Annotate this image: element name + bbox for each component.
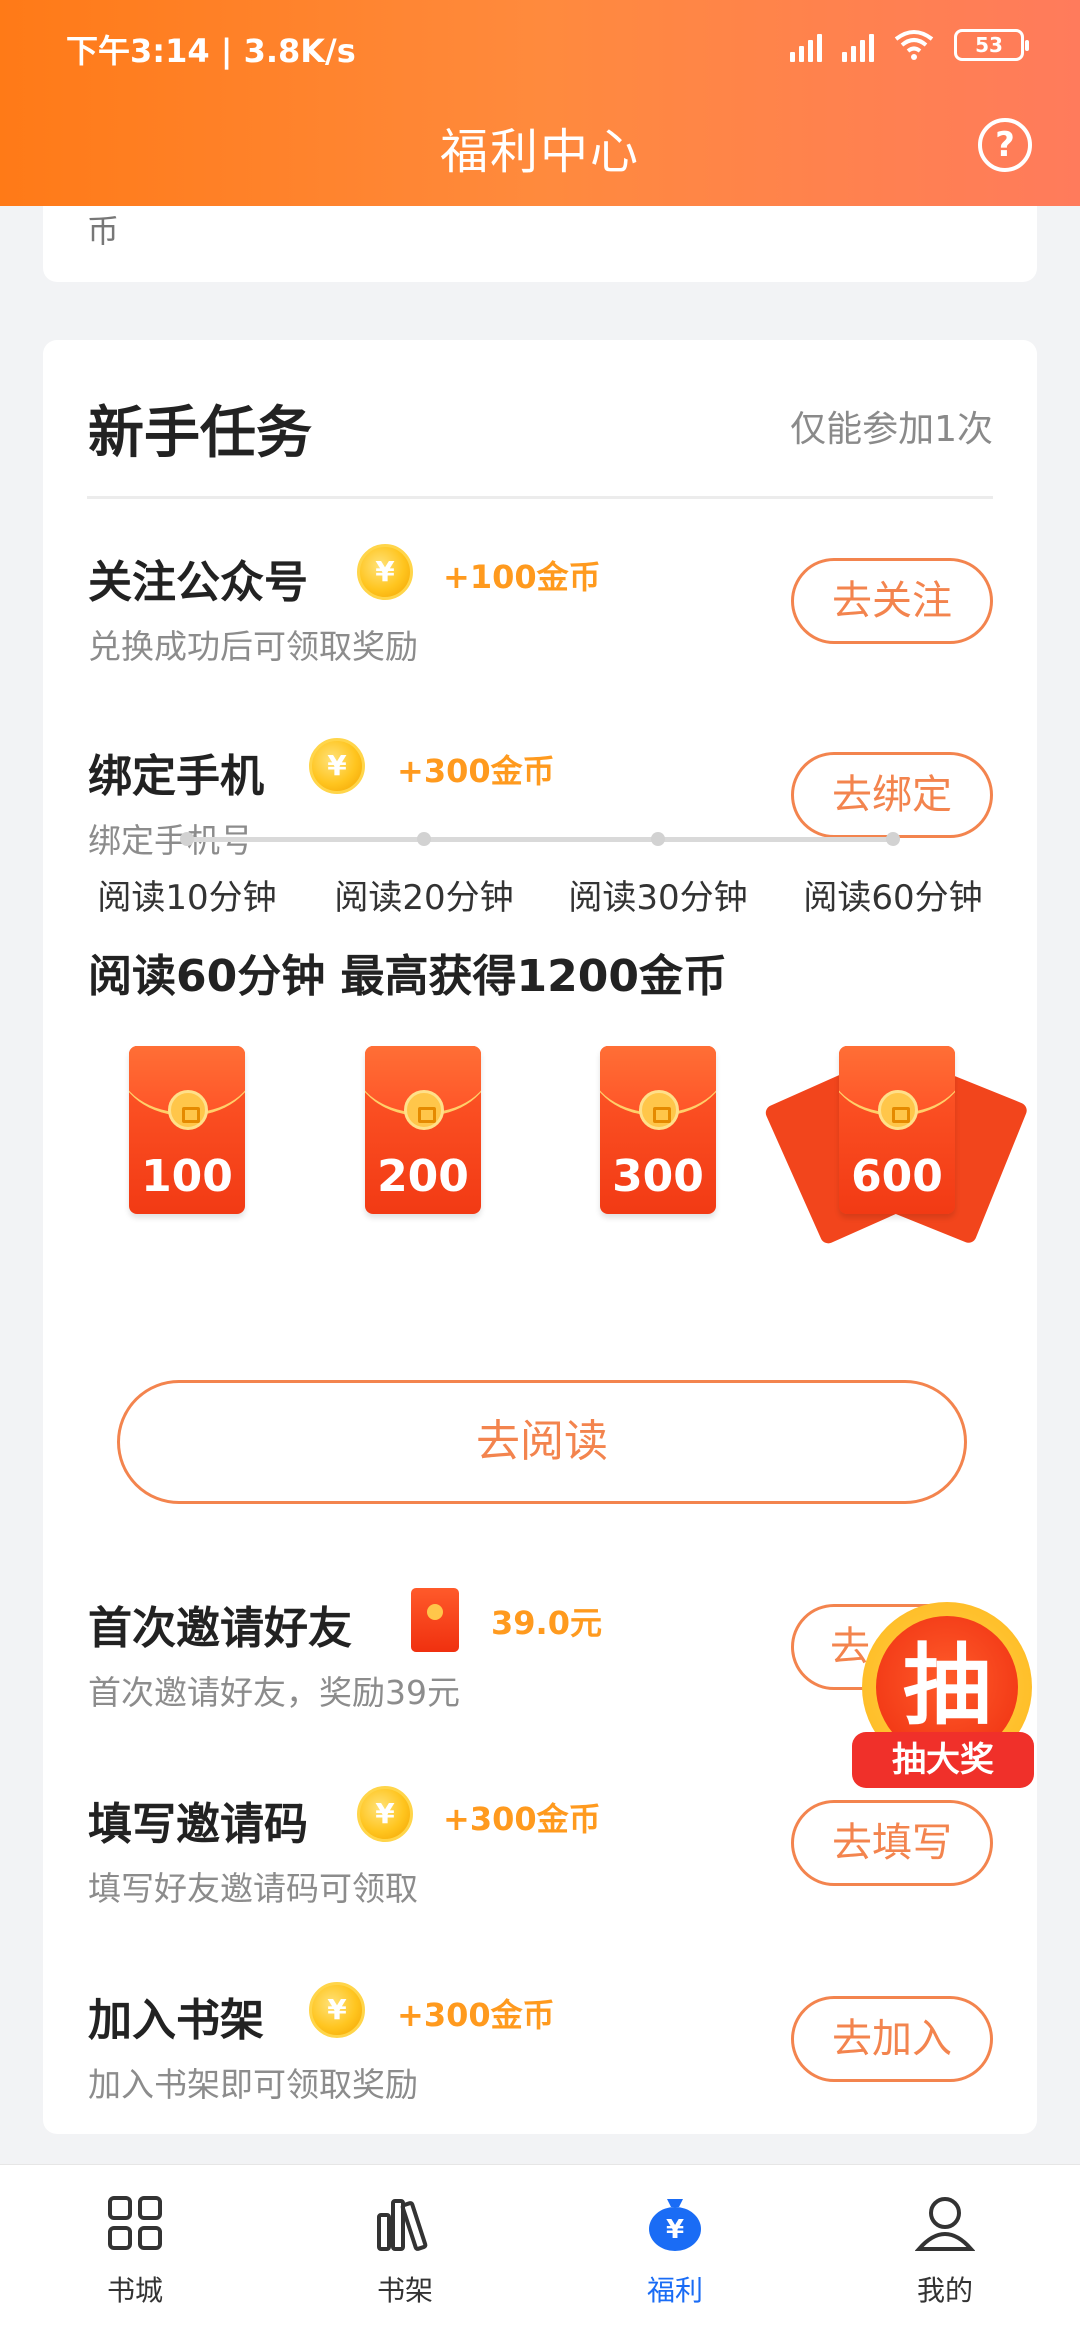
nav-label: 书架 xyxy=(376,2274,433,2307)
progress-dot xyxy=(651,832,665,846)
lock-icon xyxy=(168,1090,208,1130)
task-title: 关注公众号 xyxy=(88,557,308,608)
newbie-task-card: 新手任务 仅能参加1次 关注公众号 ¥ +100金币 兑换成功后可领取奖励 去关… xyxy=(43,340,1037,2134)
user-icon xyxy=(915,2197,975,2251)
red-envelope-icon xyxy=(411,1588,459,1652)
bottom-nav: 书城 书架 ¥ 福利 我的 xyxy=(0,2164,1080,2340)
task-invite-code: 填写邀请码 ¥ +300金币 填写好友邀请码可领取 去填写 xyxy=(43,1786,1037,1928)
header-bar: 下午3:14 | 3.8K/s 53 福利中心 ? xyxy=(0,0,1080,206)
progress-dot xyxy=(886,832,900,846)
section-note: 仅能参加1次 xyxy=(790,409,993,450)
task-desc: 兑换成功后可领取奖励 xyxy=(88,627,418,666)
previous-card: 币 xyxy=(43,206,1037,282)
coin-icon: ¥ xyxy=(357,544,413,600)
follow-button[interactable]: 去关注 xyxy=(791,558,993,644)
grid-icon xyxy=(108,2196,162,2250)
task-bind-phone: 绑定手机 ¥ +300金币 绑定手机号 去绑定 xyxy=(43,738,1037,880)
task-reward: +100金币 xyxy=(443,558,601,596)
progress-dot xyxy=(180,832,194,846)
task-title: 首次邀请好友 xyxy=(88,1603,352,1654)
nav-item-bookshelf[interactable]: 书架 xyxy=(270,2165,540,2340)
step-label: 阅读60分钟 xyxy=(803,878,983,918)
money-bag-icon: ¥ xyxy=(649,2199,701,2251)
bind-button[interactable]: 去绑定 xyxy=(791,752,993,838)
task-title: 加入书架 xyxy=(88,1995,264,2046)
task-reward: 39.0元 xyxy=(491,1604,602,1642)
wifi-icon xyxy=(894,30,934,60)
task-reward: +300金币 xyxy=(397,752,555,790)
progress-dot xyxy=(417,832,431,846)
step-label: 阅读20分钟 xyxy=(334,878,514,918)
task-add-bookshelf: 加入书架 ¥ +300金币 加入书架即可领取奖励 去加入 xyxy=(43,1982,1037,2124)
task-reward: +300金币 xyxy=(397,1996,555,2034)
nav-label: 我的 xyxy=(916,2274,973,2307)
status-time: 下午3:14 | 3.8K/s xyxy=(66,32,356,70)
signal-hd-icon xyxy=(842,28,874,62)
envelope-amount: 300 xyxy=(612,1151,704,1202)
envelope-amount: 200 xyxy=(377,1151,469,1202)
go-read-button[interactable]: 去阅读 xyxy=(117,1380,967,1504)
envelope-amount: 100 xyxy=(141,1151,233,1202)
nav-label: 书城 xyxy=(106,2274,163,2307)
divider xyxy=(87,496,993,499)
svg-text:¥: ¥ xyxy=(666,2215,684,2245)
help-button[interactable]: ? xyxy=(978,118,1032,172)
lock-icon xyxy=(639,1090,679,1130)
red-envelope-300: 300 xyxy=(600,1046,716,1214)
add-bookshelf-button[interactable]: 去加入 xyxy=(791,1996,993,2082)
nav-item-bookstore[interactable]: 书城 xyxy=(0,2165,270,2340)
envelope-amount: 600 xyxy=(851,1151,943,1202)
nav-item-welfare[interactable]: ¥ 福利 xyxy=(540,2165,810,2340)
lottery-label: 抽大奖 xyxy=(852,1732,1034,1788)
reading-progress-track xyxy=(182,837,890,842)
coin-icon: ¥ xyxy=(309,738,365,794)
task-title: 绑定手机 xyxy=(88,751,264,802)
task-desc: 首次邀请好友，奖励39元 xyxy=(88,1673,460,1712)
previous-card-text: 币 xyxy=(87,212,120,250)
task-follow-account: 关注公众号 ¥ +100金币 兑换成功后可领取奖励 去关注 xyxy=(43,544,1037,686)
red-envelope-100: 100 xyxy=(129,1046,245,1214)
lock-icon xyxy=(878,1090,918,1130)
signal-icon xyxy=(790,28,822,62)
nav-item-mine[interactable]: 我的 xyxy=(810,2165,1080,2340)
fill-code-button[interactable]: 去填写 xyxy=(791,1800,993,1886)
task-desc: 填写好友邀请码可领取 xyxy=(88,1869,418,1908)
task-reward: +300金币 xyxy=(443,1800,601,1838)
coin-icon: ¥ xyxy=(309,1982,365,2038)
section-title: 新手任务 xyxy=(88,401,312,466)
step-label: 阅读10分钟 xyxy=(97,878,277,918)
red-envelope-600: 600 xyxy=(839,1046,955,1214)
lock-icon xyxy=(404,1090,444,1130)
task-title: 填写邀请码 xyxy=(88,1799,308,1850)
battery-icon: 53 xyxy=(954,29,1029,61)
page-title: 福利中心 xyxy=(439,124,640,180)
task-desc: 加入书架即可领取奖励 xyxy=(88,2065,418,2104)
status-icons: 53 xyxy=(790,28,1029,62)
red-envelope-200: 200 xyxy=(365,1046,481,1214)
step-label: 阅读30分钟 xyxy=(568,878,748,918)
coin-icon: ¥ xyxy=(357,1786,413,1842)
reading-title: 阅读60分钟 最高获得1200金币 xyxy=(88,951,728,1002)
nav-label: 福利 xyxy=(646,2274,703,2307)
lottery-badge[interactable]: 抽 抽大奖 xyxy=(852,1602,1034,1788)
books-icon xyxy=(377,2199,428,2251)
